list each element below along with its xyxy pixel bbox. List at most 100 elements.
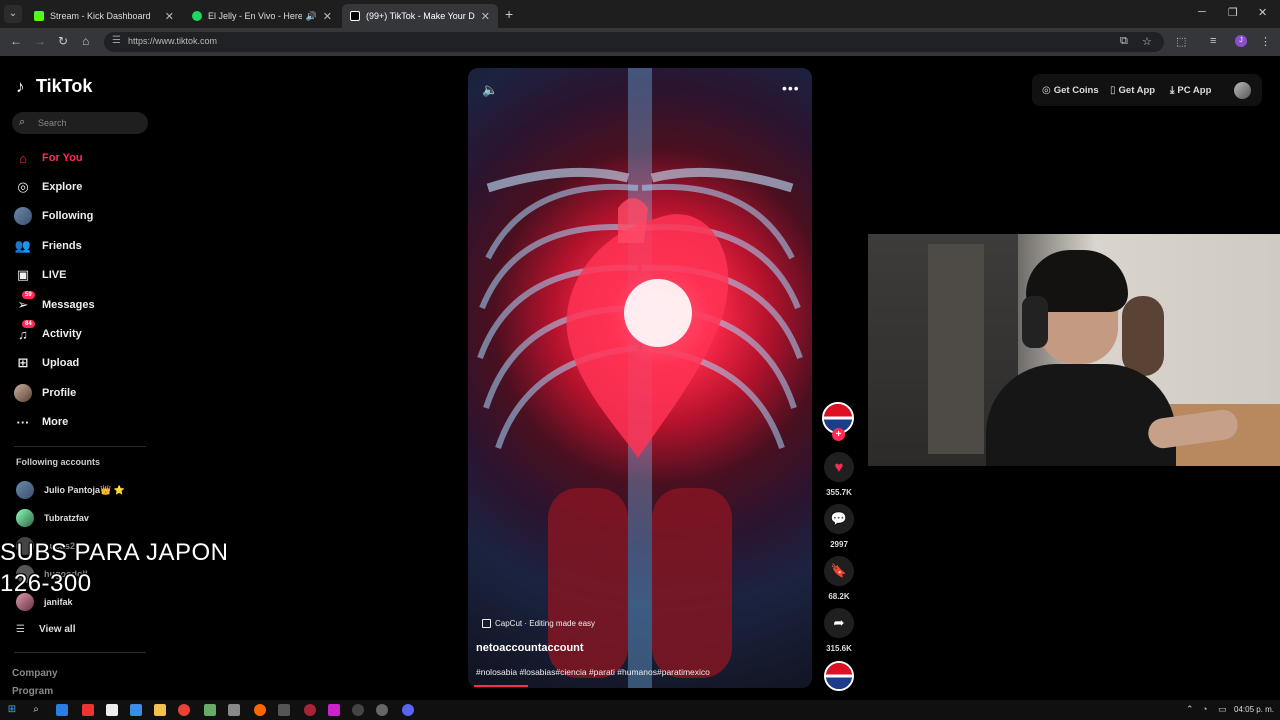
nav-upload[interactable]: ⊞ Upload (14, 352, 80, 374)
app-icon[interactable] (56, 704, 68, 716)
browser-menu-icon[interactable]: ⋮ (1260, 35, 1271, 48)
sidebar-divider (14, 446, 146, 447)
kick-favicon-icon (34, 11, 44, 21)
media-control-icon[interactable]: ≡ (1210, 35, 1216, 47)
app-icon[interactable] (376, 704, 388, 716)
account-item[interactable]: Julio Pantoja👑 ⭐ (16, 480, 125, 500)
file-explorer-icon[interactable] (154, 704, 166, 716)
app-icon[interactable] (130, 704, 142, 716)
tab-kick-dashboard[interactable]: Stream - Kick Dashboard ✕ (26, 4, 182, 28)
bookmark-icon[interactable]: 🔖 (824, 556, 854, 586)
tray-network-icon[interactable]: ◔ (1202, 704, 1207, 714)
address-bar[interactable]: ☰ https://www.tiktok.com (104, 32, 1164, 52)
share-arrow-icon[interactable]: ➦ (824, 608, 854, 638)
footer-company-link[interactable]: Company (12, 668, 58, 679)
nav-label: Messages (42, 299, 95, 311)
account-name: janifak (44, 597, 73, 607)
nav-explore[interactable]: ◎ Explore (14, 176, 82, 198)
search-icon[interactable]: ⌕ (30, 704, 42, 716)
tab-tiktok[interactable]: (99+) TikTok - Make Your Day ✕ (342, 4, 498, 28)
webcam-feed (868, 234, 1280, 466)
more-options-icon[interactable]: ••• (782, 80, 800, 96)
get-coins-button[interactable]: ◎ Get Coins (1042, 80, 1099, 100)
tab-title: Stream - Kick Dashboard (50, 11, 151, 21)
tray-monitor-icon[interactable]: ▭ (1218, 704, 1227, 715)
app-icon[interactable] (352, 704, 364, 716)
comment-icon[interactable]: 💬 (824, 504, 854, 534)
close-icon[interactable]: ✕ (323, 10, 332, 23)
back-icon[interactable]: ← (10, 34, 22, 48)
nav-label: LIVE (42, 269, 67, 281)
music-disc-icon[interactable] (824, 661, 854, 691)
video-player[interactable] (468, 68, 812, 688)
app-icon[interactable] (228, 704, 240, 716)
user-avatar[interactable] (1234, 82, 1251, 99)
home-icon: ⌂ (19, 150, 27, 166)
search-input[interactable]: ⌕ Search (12, 112, 148, 134)
window-close-icon[interactable]: ✕ (1258, 6, 1267, 19)
nav-messages[interactable]: ➢ 59 Messages (14, 291, 95, 316)
chrome-icon[interactable] (178, 704, 190, 716)
app-icon[interactable] (278, 704, 290, 716)
new-tab-button[interactable]: + (505, 6, 513, 22)
messages-badge: 59 (22, 291, 35, 299)
install-app-icon[interactable]: ⧉ (1120, 35, 1128, 48)
pc-app-button[interactable]: ⤓ PC App (1170, 80, 1211, 100)
footer-program-link[interactable]: Program (12, 686, 53, 697)
tiktok-logo[interactable]: ♪ TikTok (16, 76, 92, 97)
tab-search-button[interactable]: ⌄ (4, 5, 22, 23)
stream-overlay-line2: 126-300 (0, 570, 92, 597)
tab-el-jelly[interactable]: El Jelly - En Vivo - Herencia 🔊 ✕ (184, 4, 340, 28)
forward-icon[interactable]: → (34, 34, 46, 48)
video-hashtags[interactable]: #nolosabia #losabias#ciencia #parati #hu… (476, 667, 710, 677)
restore-icon[interactable]: ❐ (1228, 6, 1238, 19)
nav-live[interactable]: ▣ LIVE (14, 264, 67, 286)
nav-following[interactable]: Following (14, 205, 93, 227)
app-icon[interactable] (82, 704, 94, 716)
site-info-icon[interactable]: ☰ (112, 35, 121, 46)
like-heart-icon[interactable]: ♥ (824, 452, 854, 482)
app-icon[interactable] (106, 704, 118, 716)
follow-plus-icon[interactable]: + (832, 428, 845, 441)
tiktok-favicon-icon (350, 11, 360, 21)
nav-friends[interactable]: 👥 Friends (14, 235, 82, 257)
paper-plane-icon: ➢ 59 (14, 291, 35, 314)
nav-for-you[interactable]: ⌂ For You (14, 147, 82, 169)
speaker-icon[interactable]: 🔊 (306, 11, 317, 22)
close-icon[interactable]: ✕ (481, 10, 490, 23)
capcut-label[interactable]: CapCut · Editing made easy (482, 619, 595, 628)
account-name: Julio Pantoja👑 ⭐ (44, 484, 125, 495)
nav-label: Explore (42, 181, 83, 193)
share-count: 315.6K (826, 644, 852, 653)
browser-profile-avatar[interactable]: J (1235, 35, 1247, 47)
search-placeholder: Search (38, 118, 67, 128)
nav-more[interactable]: ··· More (14, 411, 69, 433)
account-item[interactable]: Tubratzfav (16, 508, 89, 528)
compass-icon: ◎ (17, 179, 29, 194)
video-progress-bar[interactable] (474, 685, 528, 687)
get-app-button[interactable]: ▯ Get App (1110, 80, 1155, 100)
nav-label: Friends (42, 240, 82, 252)
tray-chevron-icon[interactable]: ⌃ (1186, 704, 1194, 715)
windows-start-icon[interactable]: ⊞ (6, 704, 18, 716)
app-icon[interactable] (204, 704, 216, 716)
home-icon[interactable]: ⌂ (82, 34, 89, 48)
video-author[interactable]: netoaccountaccount (476, 642, 584, 654)
close-icon[interactable]: ✕ (165, 10, 174, 23)
volume-icon[interactable]: 🔈 (482, 82, 498, 98)
comment-count: 2997 (830, 540, 848, 549)
app-icon[interactable] (304, 704, 316, 716)
nav-profile[interactable]: Profile (14, 382, 76, 404)
minimize-icon[interactable]: ─ (1198, 6, 1206, 18)
url-text: https://www.tiktok.com (128, 36, 218, 46)
discord-icon[interactable] (402, 704, 414, 716)
extensions-icon[interactable]: ⬚ (1176, 35, 1186, 48)
nav-activity[interactable]: ♫ 84 Activity (14, 320, 82, 345)
app-icon[interactable] (328, 704, 340, 716)
app-icon[interactable] (254, 704, 266, 716)
view-all-link[interactable]: ☰ View all (16, 624, 75, 635)
bookmark-star-icon[interactable]: ☆ (1142, 35, 1152, 48)
clock[interactable]: 04:05 p. m. (1234, 705, 1274, 714)
tab-title: (99+) TikTok - Make Your Day (366, 11, 475, 21)
reload-icon[interactable]: ↻ (58, 34, 68, 48)
